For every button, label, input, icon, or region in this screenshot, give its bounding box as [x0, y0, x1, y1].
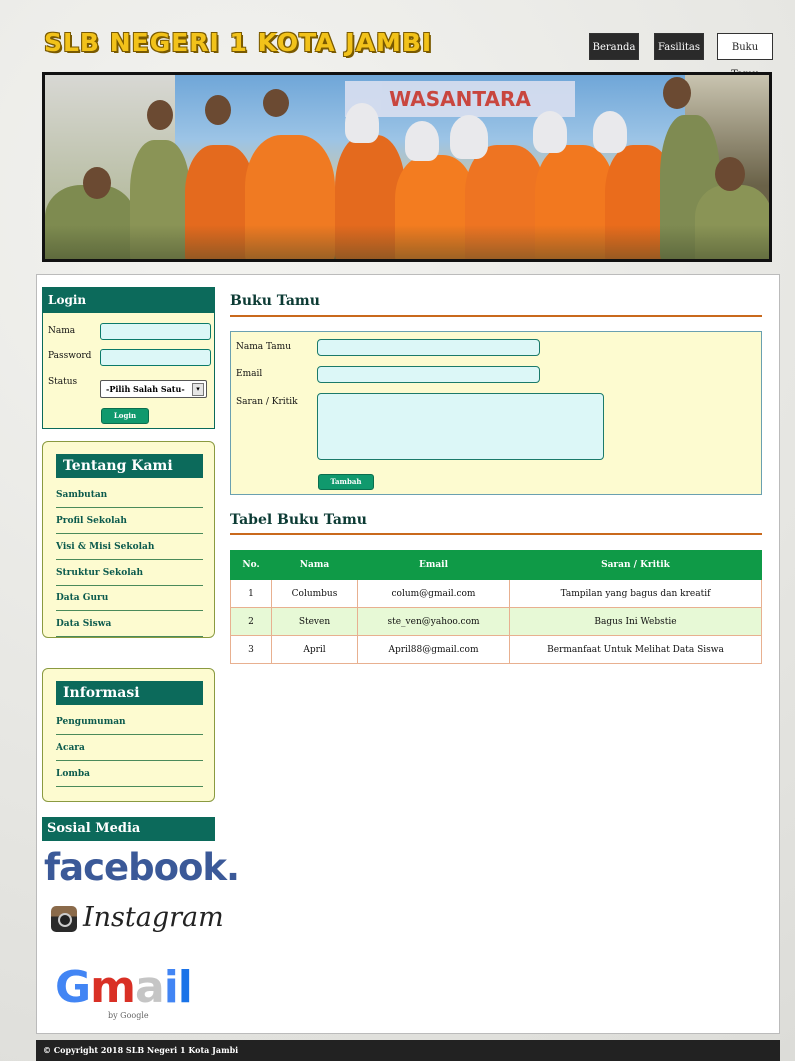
login-password-input[interactable] — [100, 349, 211, 366]
tabel-buku-tamu-title: Tabel Buku Tamu — [230, 512, 367, 528]
login-name-input[interactable] — [100, 323, 211, 340]
banner-photo: WASANTARA — [42, 72, 772, 262]
cell-email: colum@gmail.com — [357, 579, 510, 608]
login-status-select[interactable]: -Pilih Salah Satu- ▾ — [100, 380, 207, 398]
buku-tamu-divider — [230, 315, 762, 317]
footer-copyright: © Copyright 2018 SLB Negeri 1 Kota Jambi — [36, 1040, 780, 1061]
buku-tamu-form: Nama Tamu Email Saran / Kritik Tambah — [230, 331, 762, 495]
table-header-row: No. Nama Email Saran / Kritik — [230, 550, 762, 580]
facebook-logo[interactable]: facebook. — [44, 846, 240, 889]
cell-saran: Tampilan yang bagus dan kreatif — [509, 579, 762, 608]
table-row: 2 Steven ste_ven@yahoo.com Bagus Ini Web… — [230, 607, 762, 636]
column-header-email: Email — [357, 550, 510, 580]
menu-item-sambutan[interactable]: Sambutan — [56, 483, 203, 508]
cell-email: April88@gmail.com — [357, 635, 510, 664]
cell-nama: Columbus — [271, 579, 358, 608]
login-password-label: Password — [48, 351, 92, 361]
menu-item-visi-misi[interactable]: Visi & Misi Sekolah — [56, 535, 203, 560]
table-row: 1 Columbus colum@gmail.com Tampilan yang… — [230, 579, 762, 608]
login-status-value: -Pilih Salah Satu- — [106, 384, 185, 394]
login-title: Login — [43, 288, 214, 313]
cell-saran: Bagus Ini Webstie — [509, 607, 762, 636]
menu-item-struktur-sekolah[interactable]: Struktur Sekolah — [56, 561, 203, 586]
tambah-button[interactable]: Tambah — [318, 474, 374, 490]
instagram-logo[interactable]: Instagram — [83, 902, 224, 933]
informasi-box: Informasi Pengumuman Acara Lomba — [42, 668, 215, 802]
login-button[interactable]: Login — [101, 408, 149, 424]
email-input[interactable] — [317, 366, 540, 383]
saran-kritik-textarea[interactable] — [317, 393, 604, 460]
cell-saran: Bermanfaat Untuk Melihat Data Siswa — [509, 635, 762, 664]
menu-item-acara[interactable]: Acara — [56, 736, 203, 761]
email-label: Email — [236, 369, 263, 379]
chevron-down-icon: ▾ — [192, 383, 204, 396]
cell-no: 1 — [230, 579, 272, 608]
nav-beranda[interactable]: Beranda — [589, 33, 639, 60]
menu-item-lomba[interactable]: Lomba — [56, 762, 203, 787]
cell-no: 3 — [230, 635, 272, 664]
sosial-media-title: Sosial Media — [42, 817, 215, 841]
gmail-logo[interactable]: Gmail — [55, 962, 193, 1013]
nama-tamu-label: Nama Tamu — [236, 342, 292, 352]
nama-tamu-input[interactable] — [317, 339, 540, 356]
site-title: SLB NEGERI 1 KOTA JAMBI — [44, 28, 433, 57]
banner-sign: WASANTARA — [345, 81, 575, 117]
login-name-label: Nama — [48, 326, 76, 336]
column-header-saran: Saran / Kritik — [509, 550, 762, 580]
tabel-buku-tamu-divider — [230, 533, 762, 535]
login-box: Login Nama Password Status -Pilih Salah … — [42, 287, 215, 429]
menu-item-pengumuman[interactable]: Pengumuman — [56, 710, 203, 735]
tentang-kami-box: Tentang Kami Sambutan Profil Sekolah Vis… — [42, 441, 215, 638]
login-status-label: Status — [48, 377, 78, 387]
menu-item-data-siswa[interactable]: Data Siswa — [56, 612, 203, 637]
column-header-no: No. — [230, 550, 272, 580]
instagram-icon — [51, 906, 77, 932]
cell-email: ste_ven@yahoo.com — [357, 607, 510, 636]
cell-no: 2 — [230, 607, 272, 636]
buku-tamu-title: Buku Tamu — [230, 293, 320, 309]
informasi-title: Informasi — [56, 681, 203, 705]
menu-item-data-guru[interactable]: Data Guru — [56, 586, 203, 611]
cell-nama: Steven — [271, 607, 358, 636]
saran-kritik-label: Saran / Kritik — [236, 397, 298, 407]
cell-nama: April — [271, 635, 358, 664]
gmail-by-google: by Google — [108, 1011, 149, 1020]
nav-buku-tamu[interactable]: Buku Tamu — [717, 33, 773, 80]
tentang-kami-title: Tentang Kami — [56, 454, 203, 478]
buku-tamu-table: No. Nama Email Saran / Kritik 1 Columbus… — [230, 550, 762, 664]
menu-item-profil-sekolah[interactable]: Profil Sekolah — [56, 509, 203, 534]
nav-fasilitas[interactable]: Fasilitas — [654, 33, 704, 60]
column-header-nama: Nama — [271, 550, 358, 580]
table-row: 3 April April88@gmail.com Bermanfaat Unt… — [230, 635, 762, 664]
